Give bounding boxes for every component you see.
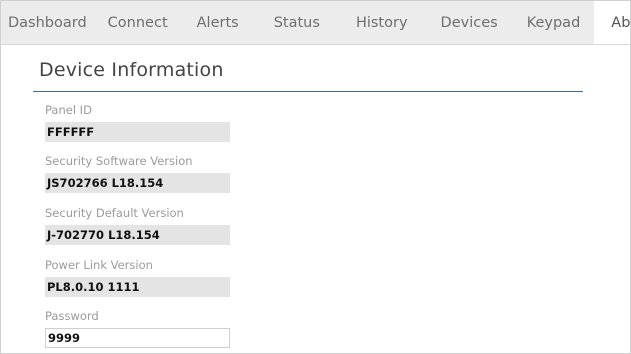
password-label: Password <box>45 309 99 323</box>
security-default-version-field: Security Default Version J-702770 L18.15… <box>45 205 230 245</box>
tab-devices[interactable]: Devices <box>426 1 513 44</box>
tab-status[interactable]: Status <box>256 1 338 44</box>
tab-history[interactable]: History <box>338 1 426 44</box>
tab-alerts[interactable]: Alerts <box>180 1 256 44</box>
power-link-version-value: PL8.0.10 1111 <box>45 277 230 297</box>
tab-bar: Dashboard Connect Alerts Status History … <box>1 1 630 45</box>
security-software-version-label: Security Software Version <box>45 154 193 168</box>
section-divider <box>33 91 583 92</box>
panel-id-value: FFFFFF <box>45 122 230 142</box>
password-input[interactable] <box>45 328 230 348</box>
security-default-version-label: Security Default Version <box>45 206 184 220</box>
tab-keypad[interactable]: Keypad <box>513 1 595 44</box>
security-software-version-field: Security Software Version JS702766 L18.1… <box>45 153 230 193</box>
panel-id-field: Panel ID FFFFFF <box>45 102 230 142</box>
security-software-version-value: JS702766 L18.154 <box>45 173 230 193</box>
tab-about[interactable]: About <box>594 1 630 44</box>
app-window: Dashboard Connect Alerts Status History … <box>0 0 631 354</box>
tab-connect[interactable]: Connect <box>96 1 180 44</box>
panel-id-label: Panel ID <box>45 103 92 117</box>
password-field: Password <box>45 308 230 348</box>
power-link-version-field: Power Link Version PL8.0.10 1111 <box>45 257 230 297</box>
tab-dashboard[interactable]: Dashboard <box>1 1 96 44</box>
power-link-version-label: Power Link Version <box>45 258 153 272</box>
main-content: Device Information Panel ID FFFFFF Secur… <box>1 45 630 353</box>
section-title: Device Information <box>39 59 224 81</box>
security-default-version-value: J-702770 L18.154 <box>45 225 230 245</box>
